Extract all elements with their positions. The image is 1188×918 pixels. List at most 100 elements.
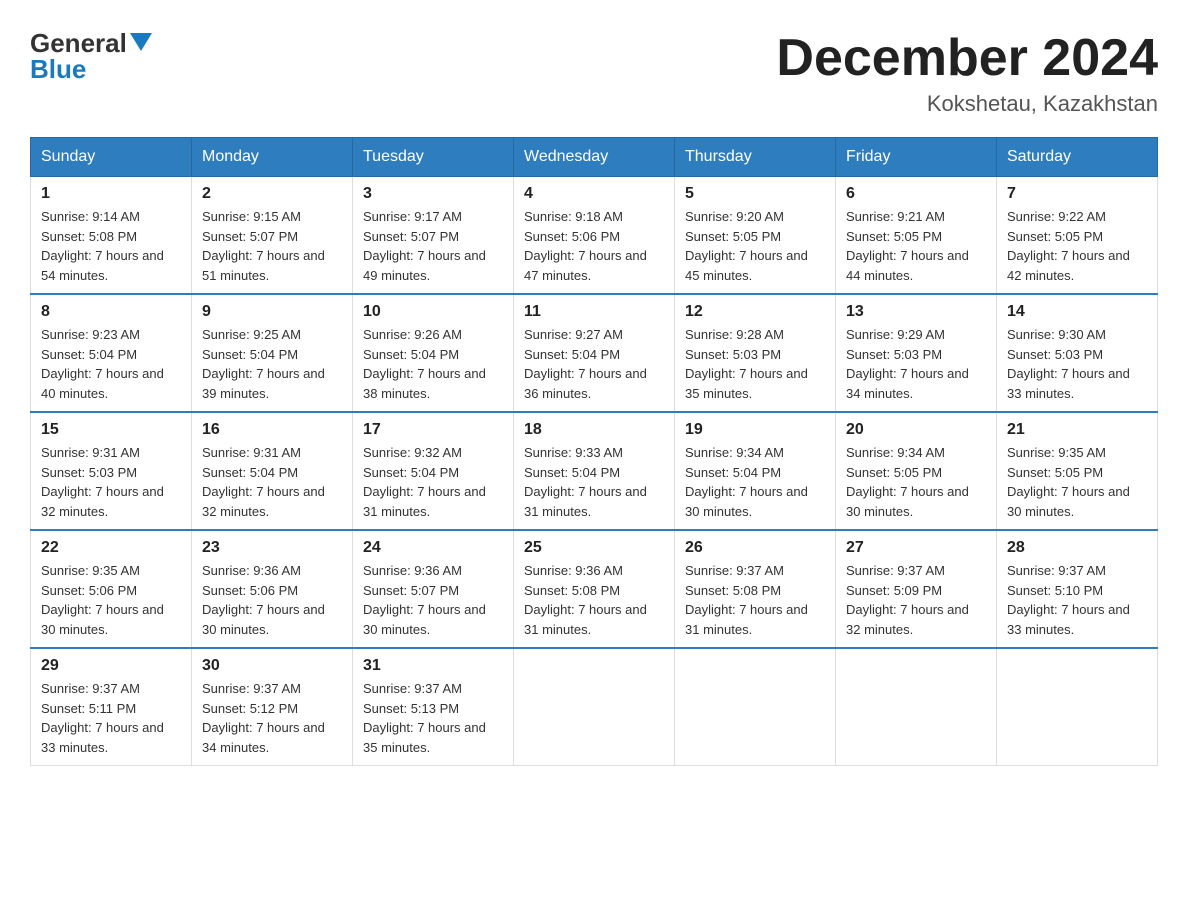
- day-number: 1: [41, 185, 181, 203]
- sunset-label: Sunset: 5:04 PM: [202, 465, 298, 480]
- day-number: 8: [41, 303, 181, 321]
- table-row: 28 Sunrise: 9:37 AM Sunset: 5:10 PM Dayl…: [997, 530, 1158, 648]
- sunrise-label: Sunrise: 9:29 AM: [846, 327, 945, 342]
- day-info: Sunrise: 9:31 AM Sunset: 5:04 PM Dayligh…: [202, 443, 342, 521]
- sunrise-label: Sunrise: 9:14 AM: [41, 209, 140, 224]
- day-info: Sunrise: 9:18 AM Sunset: 5:06 PM Dayligh…: [524, 207, 664, 285]
- logo-general: General: [30, 30, 152, 56]
- daylight-label: Daylight: 7 hours and 35 minutes.: [363, 720, 486, 755]
- table-row: 11 Sunrise: 9:27 AM Sunset: 5:04 PM Dayl…: [514, 294, 675, 412]
- sunrise-label: Sunrise: 9:37 AM: [846, 563, 945, 578]
- table-row: 2 Sunrise: 9:15 AM Sunset: 5:07 PM Dayli…: [192, 177, 353, 295]
- table-row: 31 Sunrise: 9:37 AM Sunset: 5:13 PM Dayl…: [353, 648, 514, 766]
- daylight-label: Daylight: 7 hours and 35 minutes.: [685, 366, 808, 401]
- day-number: 24: [363, 539, 503, 557]
- sunrise-label: Sunrise: 9:18 AM: [524, 209, 623, 224]
- sunset-label: Sunset: 5:10 PM: [1007, 583, 1103, 598]
- calendar-header-row: Sunday Monday Tuesday Wednesday Thursday…: [31, 138, 1158, 177]
- day-info: Sunrise: 9:14 AM Sunset: 5:08 PM Dayligh…: [41, 207, 181, 285]
- sunrise-label: Sunrise: 9:35 AM: [1007, 445, 1106, 460]
- day-number: 12: [685, 303, 825, 321]
- day-number: 13: [846, 303, 986, 321]
- sunrise-label: Sunrise: 9:37 AM: [41, 681, 140, 696]
- day-number: 30: [202, 657, 342, 675]
- table-row: 26 Sunrise: 9:37 AM Sunset: 5:08 PM Dayl…: [675, 530, 836, 648]
- day-number: 26: [685, 539, 825, 557]
- sunset-label: Sunset: 5:06 PM: [41, 583, 137, 598]
- sunrise-label: Sunrise: 9:20 AM: [685, 209, 784, 224]
- sunset-label: Sunset: 5:06 PM: [524, 229, 620, 244]
- day-number: 25: [524, 539, 664, 557]
- sunrise-label: Sunrise: 9:36 AM: [524, 563, 623, 578]
- table-row: 24 Sunrise: 9:36 AM Sunset: 5:07 PM Dayl…: [353, 530, 514, 648]
- sunset-label: Sunset: 5:08 PM: [524, 583, 620, 598]
- sunrise-label: Sunrise: 9:37 AM: [685, 563, 784, 578]
- sunset-label: Sunset: 5:04 PM: [524, 465, 620, 480]
- day-number: 17: [363, 421, 503, 439]
- day-number: 18: [524, 421, 664, 439]
- daylight-label: Daylight: 7 hours and 30 minutes.: [1007, 484, 1130, 519]
- sunset-label: Sunset: 5:03 PM: [846, 347, 942, 362]
- day-number: 4: [524, 185, 664, 203]
- daylight-label: Daylight: 7 hours and 33 minutes.: [1007, 602, 1130, 637]
- sunrise-label: Sunrise: 9:15 AM: [202, 209, 301, 224]
- daylight-label: Daylight: 7 hours and 34 minutes.: [846, 366, 969, 401]
- table-row: 10 Sunrise: 9:26 AM Sunset: 5:04 PM Dayl…: [353, 294, 514, 412]
- table-row: 18 Sunrise: 9:33 AM Sunset: 5:04 PM Dayl…: [514, 412, 675, 530]
- day-info: Sunrise: 9:35 AM Sunset: 5:05 PM Dayligh…: [1007, 443, 1147, 521]
- sunset-label: Sunset: 5:04 PM: [363, 465, 459, 480]
- sunrise-label: Sunrise: 9:35 AM: [41, 563, 140, 578]
- daylight-label: Daylight: 7 hours and 30 minutes.: [41, 602, 164, 637]
- table-row: 7 Sunrise: 9:22 AM Sunset: 5:05 PM Dayli…: [997, 177, 1158, 295]
- day-info: Sunrise: 9:37 AM Sunset: 5:11 PM Dayligh…: [41, 679, 181, 757]
- logo-blue: Blue: [30, 56, 152, 82]
- calendar-week-row: 22 Sunrise: 9:35 AM Sunset: 5:06 PM Dayl…: [31, 530, 1158, 648]
- day-info: Sunrise: 9:37 AM Sunset: 5:10 PM Dayligh…: [1007, 561, 1147, 639]
- table-row: 5 Sunrise: 9:20 AM Sunset: 5:05 PM Dayli…: [675, 177, 836, 295]
- day-number: 27: [846, 539, 986, 557]
- day-number: 14: [1007, 303, 1147, 321]
- sunrise-label: Sunrise: 9:31 AM: [41, 445, 140, 460]
- table-row: 4 Sunrise: 9:18 AM Sunset: 5:06 PM Dayli…: [514, 177, 675, 295]
- daylight-label: Daylight: 7 hours and 30 minutes.: [846, 484, 969, 519]
- day-number: 28: [1007, 539, 1147, 557]
- calendar-week-row: 1 Sunrise: 9:14 AM Sunset: 5:08 PM Dayli…: [31, 177, 1158, 295]
- table-row: 16 Sunrise: 9:31 AM Sunset: 5:04 PM Dayl…: [192, 412, 353, 530]
- sunset-label: Sunset: 5:13 PM: [363, 701, 459, 716]
- sunset-label: Sunset: 5:05 PM: [685, 229, 781, 244]
- table-row: 14 Sunrise: 9:30 AM Sunset: 5:03 PM Dayl…: [997, 294, 1158, 412]
- sunrise-label: Sunrise: 9:34 AM: [685, 445, 784, 460]
- table-row: 13 Sunrise: 9:29 AM Sunset: 5:03 PM Dayl…: [836, 294, 997, 412]
- day-info: Sunrise: 9:22 AM Sunset: 5:05 PM Dayligh…: [1007, 207, 1147, 285]
- day-number: 31: [363, 657, 503, 675]
- month-title: December 2024: [776, 30, 1158, 87]
- sunrise-label: Sunrise: 9:27 AM: [524, 327, 623, 342]
- sunrise-label: Sunrise: 9:28 AM: [685, 327, 784, 342]
- day-info: Sunrise: 9:36 AM Sunset: 5:07 PM Dayligh…: [363, 561, 503, 639]
- col-sunday: Sunday: [31, 138, 192, 177]
- daylight-label: Daylight: 7 hours and 30 minutes.: [202, 602, 325, 637]
- daylight-label: Daylight: 7 hours and 49 minutes.: [363, 248, 486, 283]
- daylight-label: Daylight: 7 hours and 45 minutes.: [685, 248, 808, 283]
- daylight-label: Daylight: 7 hours and 33 minutes.: [1007, 366, 1130, 401]
- sunrise-label: Sunrise: 9:36 AM: [363, 563, 462, 578]
- day-number: 15: [41, 421, 181, 439]
- table-row: 25 Sunrise: 9:36 AM Sunset: 5:08 PM Dayl…: [514, 530, 675, 648]
- daylight-label: Daylight: 7 hours and 54 minutes.: [41, 248, 164, 283]
- day-info: Sunrise: 9:37 AM Sunset: 5:13 PM Dayligh…: [363, 679, 503, 757]
- daylight-label: Daylight: 7 hours and 34 minutes.: [202, 720, 325, 755]
- daylight-label: Daylight: 7 hours and 33 minutes.: [41, 720, 164, 755]
- sunset-label: Sunset: 5:05 PM: [846, 229, 942, 244]
- table-row: 12 Sunrise: 9:28 AM Sunset: 5:03 PM Dayl…: [675, 294, 836, 412]
- sunset-label: Sunset: 5:09 PM: [846, 583, 942, 598]
- calendar-week-row: 15 Sunrise: 9:31 AM Sunset: 5:03 PM Dayl…: [31, 412, 1158, 530]
- daylight-label: Daylight: 7 hours and 30 minutes.: [685, 484, 808, 519]
- col-saturday: Saturday: [997, 138, 1158, 177]
- sunset-label: Sunset: 5:05 PM: [846, 465, 942, 480]
- table-row: [675, 648, 836, 766]
- table-row: 29 Sunrise: 9:37 AM Sunset: 5:11 PM Dayl…: [31, 648, 192, 766]
- logo: General Blue: [30, 30, 152, 82]
- daylight-label: Daylight: 7 hours and 31 minutes.: [524, 484, 647, 519]
- sunset-label: Sunset: 5:12 PM: [202, 701, 298, 716]
- col-wednesday: Wednesday: [514, 138, 675, 177]
